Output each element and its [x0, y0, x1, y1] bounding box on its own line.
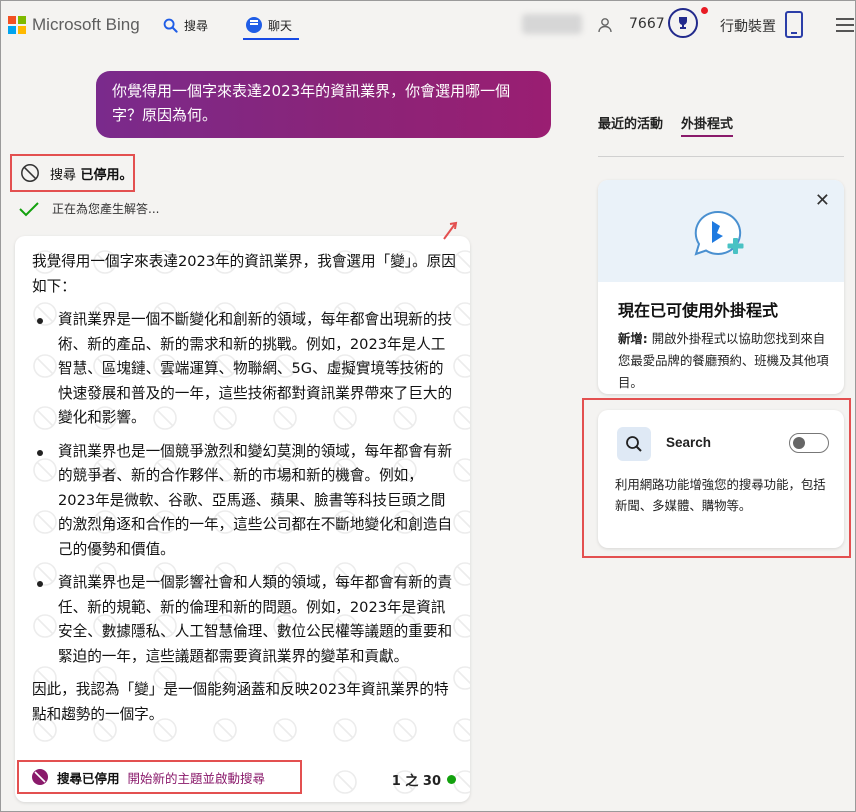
active-nav-indicator: [243, 38, 299, 40]
tabs-divider: [598, 156, 844, 157]
search-disabled-status: 搜尋 已停用。: [10, 154, 135, 192]
tab-plugins[interactable]: 外掛程式: [681, 113, 734, 137]
answer-point: 資訊業界是一個不斷變化和創新的領域，每年都會出現新的技術、新的產品、新的需求和新…: [32, 308, 457, 431]
plugin-desc-text: 開啟外掛程式以協助您找到來自您最愛品牌的餐廳預約、班機及其他項目。: [618, 331, 829, 390]
annotation-arrow-icon: [443, 221, 458, 240]
status-suffix: 已停用。: [76, 167, 133, 183]
search-plugin-card: Search 利用網路功能增強您的搜尋功能，包括新聞、多媒體、購物等。: [598, 410, 844, 548]
plugin-card-description: 新增: 開啟外掛程式以協助您找到來自您最愛品牌的餐廳預約、班機及其他項目。: [618, 328, 833, 394]
right-panel-tabs: 最近的活動 外掛程式: [598, 113, 734, 137]
rewards-points[interactable]: 7667: [629, 16, 665, 32]
microsoft-logo-icon: [8, 16, 26, 34]
search-plugin-toggle[interactable]: [789, 433, 829, 453]
search-plugin-icon-box: [617, 427, 651, 461]
check-icon: [19, 201, 39, 216]
user-message: 你覺得用一個字來表達2023年的資訊業界，你會選用哪一個字？原因為何。: [96, 71, 551, 138]
answer-body: 我覺得用一個字來表達2023年的資訊業界，我會選用「變」。原因如下： 資訊業界是…: [32, 250, 457, 727]
nav-tab-search[interactable]: 搜尋: [163, 14, 208, 36]
phone-icon[interactable]: [785, 11, 803, 38]
counter-text: 1 之 30: [391, 774, 441, 789]
answer-point: 資訊業界也是一個競爭激烈和變幻莫測的領域，每年都會有新的競爭者、新的合作夥伴、新…: [32, 440, 457, 563]
answer-footer: 搜尋已停用 開始新的主題並啟動搜尋 1 之 30: [15, 760, 470, 800]
answer-intro: 我覺得用一個字來表達2023年的資訊業界，我會選用「變」。原因如下：: [32, 253, 456, 295]
nav-search-label: 搜尋: [184, 18, 209, 33]
blurred-account-name: [522, 14, 582, 34]
message-counter: 1 之 30: [392, 770, 456, 789]
bot-answer-card: 我覺得用一個字來表達2023年的資訊業界，我會選用「變」。原因如下： 資訊業界是…: [15, 236, 470, 802]
plugin-banner: ✕: [598, 180, 844, 282]
generating-status: 正在為您產生解答...: [18, 200, 159, 217]
search-off-icon: [32, 769, 48, 785]
answer-point: 資訊業界也是一個影響社會和人類的領域，每年都會有新的責任、新的規範、新的倫理和新…: [32, 571, 457, 669]
nav-chat-label: 聊天: [268, 18, 293, 33]
trophy-icon[interactable]: [668, 8, 698, 38]
footer-disabled-label: 搜尋已停用: [57, 770, 120, 786]
search-icon: [163, 18, 178, 33]
top-header: Microsoft Bing 搜尋 聊天 7667 行動裝置: [0, 0, 856, 52]
status-dot: [447, 775, 456, 784]
search-plugin-description: 利用網路功能增強您的搜尋功能，包括新聞、多媒體、購物等。: [615, 477, 826, 513]
search-off-icon: [21, 164, 39, 182]
chat-bubble-icon: [246, 17, 262, 33]
close-icon[interactable]: ✕: [815, 192, 830, 210]
hamburger-menu-icon[interactable]: [836, 18, 854, 36]
plugin-desc-bold: 新增:: [618, 331, 648, 346]
status-prefix: 搜尋: [50, 167, 77, 183]
bing-logo[interactable]: Microsoft Bing: [8, 15, 140, 35]
search-disabled-footer: 搜尋已停用 開始新的主題並啟動搜尋: [17, 760, 302, 794]
tab-recent-activity[interactable]: 最近的活動: [598, 113, 663, 132]
new-topic-link[interactable]: 開始新的主題並啟動搜尋: [128, 768, 266, 787]
answer-points: 資訊業界是一個不斷變化和創新的領域，每年都會出現新的技術、新的產品、新的需求和新…: [32, 308, 457, 669]
nav-tab-chat[interactable]: 聊天: [246, 14, 292, 36]
plugin-card-title: 現在已可使用外掛程式: [618, 301, 779, 320]
notification-dot: [701, 7, 708, 14]
search-icon: [626, 436, 642, 452]
logo-text: Microsoft Bing: [32, 15, 140, 34]
plugin-announcement-card: ✕ 現在已可使用外掛程式 新增: 開啟外掛程式以協助您找到來自您最愛品牌的餐廳預…: [598, 180, 844, 394]
generating-text: 正在為您產生解答...: [52, 202, 160, 216]
answer-conclusion: 因此，我認為「變」是一個能夠涵蓋和反映2023年資訊業界的特點和趨勢的一個字。: [32, 681, 449, 723]
search-plugin-name: Search: [666, 435, 712, 450]
mobile-label[interactable]: 行動裝置: [720, 16, 776, 36]
bing-plugin-icon: [694, 210, 744, 256]
user-icon[interactable]: [597, 17, 613, 33]
